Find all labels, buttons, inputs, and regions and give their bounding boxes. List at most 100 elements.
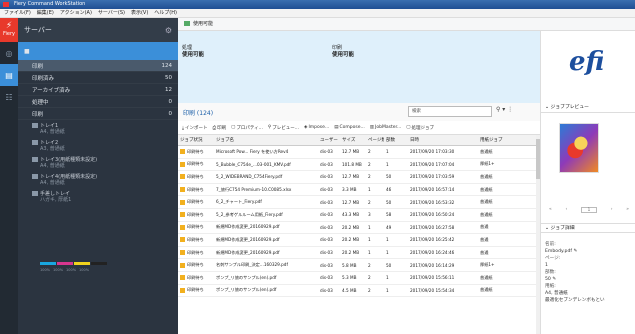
- cell-media-text: 普通紙: [480, 274, 493, 280]
- cell-pages-text: 2: [368, 275, 371, 281]
- cell-pages-text: 1: [368, 187, 371, 193]
- table-row[interactable]: 印刷待ち ポンプ_リ旅のサンプル(en).pdf dis-03 5.3 MB 2 1 201…: [178, 272, 536, 285]
- menu-server[interactable]: サーバー(S): [98, 9, 125, 17]
- cell-copies-text: 46: [386, 187, 392, 193]
- prop-key: 部数:: [545, 270, 556, 275]
- last-page-icon[interactable]: »: [626, 207, 629, 215]
- col-header-name[interactable]: ジョブ名: [214, 137, 318, 143]
- ink-percent: 100%: [53, 268, 64, 272]
- cell-copies-text: 49: [386, 224, 392, 230]
- table-row[interactable]: 印刷待ち 5_Bubble_C754e_...03-001_KMV.pdf dis-…: [178, 159, 536, 172]
- cell-name-text: 新規MD作成変更_20160929.pdf: [216, 249, 280, 255]
- cell-status-text: 印刷待ち: [187, 249, 204, 255]
- menu-action[interactable]: アクション(A): [60, 9, 92, 17]
- first-page-icon[interactable]: «: [549, 207, 552, 215]
- job-file-icon: [180, 287, 185, 293]
- tray-item[interactable]: トレイ1 A4, 普通紙: [18, 120, 178, 137]
- sidebar-item-count: 0: [168, 110, 173, 117]
- fiery-logo[interactable]: ⚡ Fiery: [0, 18, 18, 42]
- table-row[interactable]: 印刷待ち 新規MD作成変更_20160929.pdf dis-03 20.2 MB 1 1…: [178, 247, 536, 260]
- prev-page-icon[interactable]: ‹: [565, 207, 567, 215]
- edit-pencil-icon[interactable]: ✎: [573, 249, 577, 254]
- cell-status-text: 印刷待ち: [187, 148, 204, 154]
- tray-item[interactable]: トレイ3(用紙種類未設定) A4, 普通紙: [18, 154, 178, 171]
- tray-item[interactable]: トレイ4(用紙種類未設定) A4, 普通紙: [18, 171, 178, 188]
- cell-date-text: 2017/09/20 17:03:59: [410, 174, 455, 180]
- col-header-copies[interactable]: 部数: [384, 137, 408, 143]
- cell-media-text: 普通: [480, 224, 489, 230]
- preview-section-header[interactable]: ⌄ ジョブプレビュー: [541, 103, 635, 113]
- details-section-header[interactable]: ⌄ ジョブ詳細: [541, 223, 635, 233]
- tray-media: ハガキ, 厚紙1: [40, 197, 72, 203]
- cell-copies-text: 1: [386, 149, 389, 155]
- col-header-media[interactable]: 用紙ジョブ: [478, 137, 518, 143]
- table-row[interactable]: 印刷待ち 6_2_チャート_Fiery.pdf dis-03 12.7 MB 2 50 20…: [178, 196, 536, 209]
- sidebar-item-processing[interactable]: 処理中 0: [18, 96, 178, 108]
- cell-media-text: 普通紙: [480, 186, 493, 192]
- table-row[interactable]: 印刷待ち 7_旅行C754 Premium-10.C0085.xlsx dis-03…: [178, 184, 536, 197]
- sidebar-item-print[interactable]: 印刷 124: [18, 60, 178, 72]
- job-thumbnail: [559, 123, 599, 173]
- table-row[interactable]: 印刷待ち ポンプ_リ旅のサンプル(en).pdf dis-03 4.5 MB 2 1 201…: [178, 285, 536, 298]
- sidebar-item-printed[interactable]: 印刷済み 50: [18, 72, 178, 84]
- jobmaster-button[interactable]: ▥ JobMaster...: [370, 125, 401, 130]
- rail-apps-icon[interactable]: ☷: [0, 86, 18, 108]
- table-row[interactable]: 印刷待ち 5_2_WIDEBRAND_C754Fiery.pdf dis-03 12.…: [178, 171, 536, 184]
- job-file-icon: [180, 224, 185, 230]
- rail-jobs-icon[interactable]: ▤: [0, 64, 18, 86]
- job-file-icon: [180, 187, 185, 193]
- import-button[interactable]: ⤓ インポート: [182, 125, 208, 131]
- ink-percent: 100%: [40, 268, 51, 272]
- process-job-button[interactable]: ▢ 処理ジョブ: [406, 125, 434, 131]
- compose-icon: ▤: [334, 125, 339, 130]
- next-page-icon[interactable]: ›: [611, 207, 613, 215]
- print-label: 印刷: [217, 125, 227, 131]
- cell-user: dis-03: [318, 275, 340, 280]
- table-row[interactable]: 印刷待ち Microsoft Pow... Fiery を使い方Rev4 dis-0…: [178, 146, 536, 159]
- tray-media: A3, 普通紙: [40, 146, 65, 152]
- table-row[interactable]: 印刷待ち 名刺サンプル印刷_決定...160329.pdf dis-03 5.8 MB…: [178, 259, 536, 272]
- cell-pages-text: 1: [368, 224, 371, 230]
- cell-status: 印刷待ち: [178, 161, 214, 167]
- tray-item[interactable]: 手差しトレイ ハガキ, 厚紙1: [18, 188, 178, 205]
- col-header-status[interactable]: ジョブ状況: [178, 137, 214, 143]
- cell-copies: 1: [384, 162, 408, 167]
- print-button[interactable]: ⎙ 印刷: [213, 125, 227, 131]
- cell-status: 印刷待ち: [178, 237, 214, 243]
- menu-help[interactable]: ヘルプ(H): [154, 9, 177, 17]
- search-input[interactable]: 検索: [408, 106, 492, 117]
- cell-media-text: 普通紙: [480, 173, 493, 179]
- edit-pencil-icon[interactable]: ✎: [552, 277, 556, 282]
- jobmaster-label: JobMaster...: [375, 125, 402, 130]
- cell-media: 普通紙: [478, 187, 518, 193]
- properties-icon: ▢: [231, 125, 236, 130]
- table-row[interactable]: 印刷待ち 新規MD作成変更_20160929.pdf dis-03 20.2 MB 1 1…: [178, 234, 536, 247]
- col-header-date[interactable]: 日時: [408, 137, 478, 143]
- properties-button[interactable]: ▢ プロパティ...: [231, 125, 263, 131]
- preview-button[interactable]: ⚲ プレビュー...: [268, 125, 299, 131]
- search-icon[interactable]: ⚲ ▾ ⋮: [496, 106, 513, 113]
- sidebar-item-archived[interactable]: アーカイブ済み 12: [18, 84, 178, 96]
- menu-view[interactable]: 表示(V): [131, 9, 148, 17]
- server-entry[interactable]: ■: [18, 42, 178, 60]
- prop-key: 名前:: [545, 242, 556, 247]
- col-header-user[interactable]: ユーザー: [318, 137, 340, 143]
- table-row[interactable]: 印刷待ち 新規MD作成変更_20160929.pdf dis-03 20.2 MB 1 4…: [178, 222, 536, 235]
- table-row[interactable]: 印刷待ち 5_2_参考ゲルルーム用紙_Fiery.pdf dis-03 43.3 MB…: [178, 209, 536, 222]
- page-number-input[interactable]: 1: [580, 207, 597, 213]
- rail-server-icon[interactable]: ◎: [0, 42, 18, 64]
- cell-media: 厚紙1+: [478, 161, 518, 167]
- compose-button[interactable]: ▤ Compose...: [334, 125, 365, 130]
- cell-copies: 1: [384, 149, 408, 154]
- settings-gear-icon[interactable]: ⚙: [165, 26, 172, 35]
- col-header-size[interactable]: サイズ: [340, 137, 366, 143]
- col-header-pages[interactable]: ページ数: [366, 137, 384, 143]
- sidebar-item-print-2[interactable]: 印刷 0: [18, 108, 178, 120]
- cell-media: 普通紙: [478, 174, 518, 180]
- properties-label: プロパティ...: [236, 125, 263, 131]
- server-status-bar: 使用可能: [178, 18, 635, 31]
- impose-button[interactable]: ◈ Impose...: [304, 125, 329, 130]
- menu-file[interactable]: ファイル(F): [4, 9, 31, 17]
- menu-edit[interactable]: 編集(E): [37, 9, 54, 17]
- tray-item[interactable]: トレイ2 A3, 普通紙: [18, 137, 178, 154]
